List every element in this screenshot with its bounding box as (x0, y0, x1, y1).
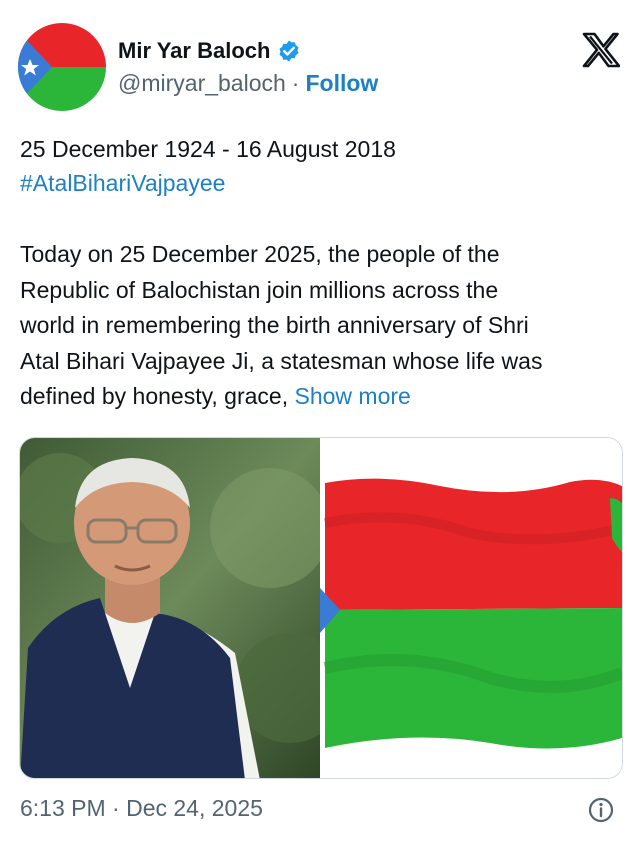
tweet-dates-line: 25 December 1924 - 16 August 2018 (20, 136, 396, 162)
balochistan-flag-avatar-icon (18, 23, 106, 111)
tweet-text-line: world in remembering the birth anniversa… (20, 312, 529, 339)
separator-dot: · (291, 70, 300, 96)
tweet-text-line: Republic of Balochistan join millions ac… (20, 276, 499, 303)
tweet-text-last-line: defined by honesty, grace, Show more (20, 379, 620, 415)
tweet-text-line: defined by honesty, grace, (20, 383, 295, 410)
tweet-text-line: Today on 25 December 2025, the people of… (20, 241, 500, 267)
author-handle-row: @miryar_baloch · Follow (118, 70, 378, 97)
x-logo-icon[interactable] (582, 32, 621, 68)
tweet-text-line: Atal Bihari Vajpayee Ji, a statesman who… (20, 347, 543, 374)
avatar[interactable] (18, 23, 106, 111)
hashtag-link[interactable]: #AtalBihariVajpayee (20, 167, 225, 200)
tweet-timestamp[interactable]: 6:13 PM · Dec 24, 2025 (20, 795, 263, 822)
media-grid (19, 437, 623, 779)
portrait-photo[interactable] (20, 438, 320, 778)
tweet-card: Mir Yar Baloch @miryar_baloch · Follow 2… (0, 0, 632, 849)
author-name-row: Mir Yar Baloch (118, 36, 301, 66)
author-handle[interactable]: @miryar_baloch (118, 70, 286, 97)
author-name[interactable]: Mir Yar Baloch (118, 38, 270, 64)
show-more-link[interactable]: Show more (294, 383, 410, 409)
info-icon[interactable] (588, 797, 614, 823)
tweet-text: Today on 25 December 2025, the people of… (20, 237, 620, 415)
verified-badge-icon (277, 39, 301, 63)
flag-photo[interactable] (320, 438, 622, 778)
follow-button[interactable]: Follow (305, 70, 378, 97)
